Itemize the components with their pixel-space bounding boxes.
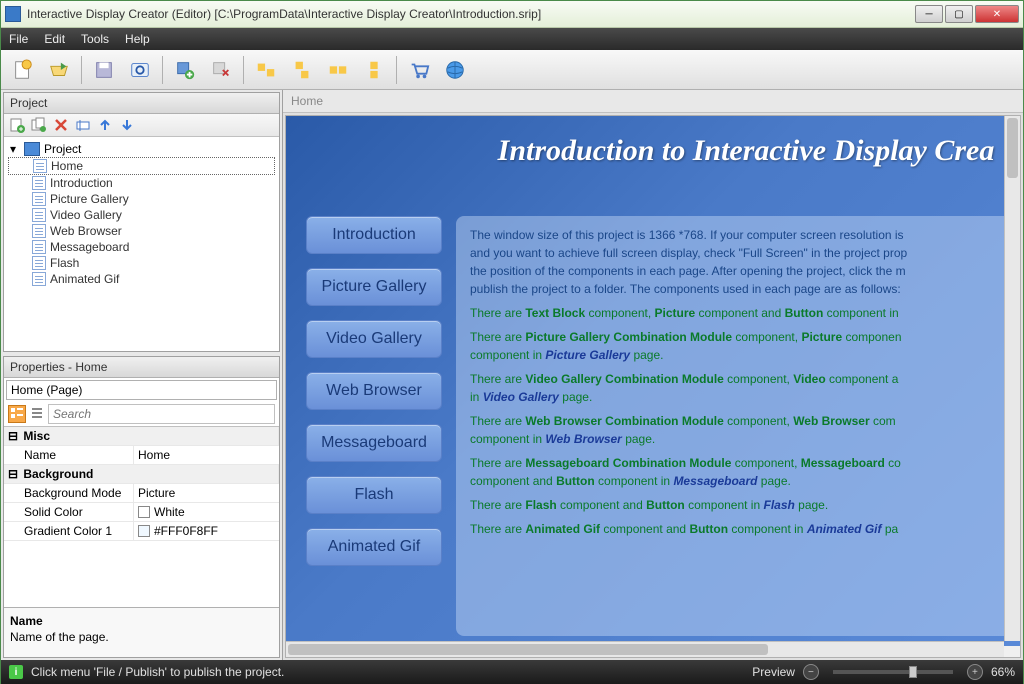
menu-file[interactable]: File [9,32,28,46]
canvas-viewport[interactable]: Introduction to Interactive Display Crea… [285,115,1021,658]
properties-grid[interactable]: ⊟ Misc NameHome ⊟ Background Background … [4,427,279,607]
nav-messageboard[interactable]: Messageboard [306,424,442,462]
nav-web-browser[interactable]: Web Browser [306,372,442,410]
info-icon: i [9,665,23,679]
properties-search-input[interactable] [48,404,275,424]
tree-item-home[interactable]: Home [8,157,275,175]
canvas-breadcrumb: Home [283,90,1023,113]
prop-bgmode-label: Background Mode [4,484,134,502]
delete-component-button[interactable] [205,54,237,86]
page-heading[interactable]: Introduction to Interactive Display Crea [286,116,1021,176]
cart-button[interactable] [403,54,435,86]
tree-item-video-gallery[interactable]: Video Gallery [8,207,275,223]
zoom-value: 66% [991,665,1015,679]
nav-flash[interactable]: Flash [306,476,442,514]
tree-item-flash[interactable]: Flash [8,255,275,271]
properties-object-dropdown[interactable]: Home (Page) [6,380,277,400]
menubar: File Edit Tools Help [1,28,1023,50]
project-panel-header: Project [4,93,279,114]
page-icon [32,272,46,286]
preview-label[interactable]: Preview [752,665,795,679]
zoom-slider[interactable] [833,670,953,674]
prop-bgmode-value[interactable]: Picture [134,484,279,502]
preview-button[interactable] [124,54,156,86]
nav-video-gallery[interactable]: Video Gallery [306,320,442,358]
tree-item-animated-gif[interactable]: Animated Gif [8,271,275,287]
prop-solid-label: Solid Color [4,503,134,521]
page-icon [32,192,46,206]
publish-button[interactable] [439,54,471,86]
tree-item-introduction[interactable]: Introduction [8,175,275,191]
statusbar: i Click menu 'File / Publish' to publish… [1,660,1023,684]
design-canvas[interactable]: Introduction to Interactive Display Crea… [286,116,1021,646]
menu-tools[interactable]: Tools [81,32,109,46]
zoom-in-button[interactable]: + [967,664,983,680]
save-button[interactable] [88,54,120,86]
move-up-icon[interactable] [96,116,114,134]
content-text-block[interactable]: The window size of this project is 1366 … [456,216,1021,636]
delete-page-icon[interactable] [52,116,70,134]
prop-name-label: Name [4,446,134,464]
nav-introduction[interactable]: Introduction [306,216,442,254]
properties-description: Name Name of the page. [4,607,279,657]
nav-animated-gif[interactable]: Animated Gif [306,528,442,566]
add-page-icon[interactable] [8,116,26,134]
properties-panel-header: Properties - Home [4,357,279,378]
zoom-out-button[interactable]: − [803,664,819,680]
prop-grad1-label: Gradient Color 1 [4,522,134,540]
main-toolbar [1,50,1023,90]
horizontal-scrollbar[interactable] [286,641,1004,657]
status-tip: Click menu 'File / Publish' to publish t… [31,665,284,679]
add-component-button[interactable] [169,54,201,86]
page-icon [32,224,46,238]
page-icon [32,240,46,254]
rename-page-icon[interactable] [74,116,92,134]
menu-edit[interactable]: Edit [44,32,65,46]
project-tree[interactable]: ▾Project Home Introduction Picture Galle… [4,137,279,351]
page-icon [32,256,46,270]
close-button[interactable]: ✕ [975,5,1019,23]
new-button[interactable] [7,54,39,86]
page-icon [33,159,47,173]
categorized-view-icon[interactable] [8,405,26,423]
duplicate-page-icon[interactable] [30,116,48,134]
alphabetical-view-icon[interactable] [28,405,46,423]
align-3-button[interactable] [322,54,354,86]
menu-help[interactable]: Help [125,32,150,46]
prop-name-value[interactable]: Home [134,446,279,464]
app-icon [5,6,21,22]
prop-solid-value[interactable]: White [134,503,279,521]
nav-picture-gallery[interactable]: Picture Gallery [306,268,442,306]
tree-item-picture-gallery[interactable]: Picture Gallery [8,191,275,207]
vertical-scrollbar[interactable] [1004,116,1020,641]
page-icon [32,176,46,190]
maximize-button[interactable]: ▢ [945,5,973,23]
align-1-button[interactable] [250,54,282,86]
open-button[interactable] [43,54,75,86]
move-down-icon[interactable] [118,116,136,134]
minimize-button[interactable]: ─ [915,5,943,23]
tree-item-web-browser[interactable]: Web Browser [8,223,275,239]
align-2-button[interactable] [286,54,318,86]
window-title: Interactive Display Creator (Editor) [C:… [27,7,915,21]
tree-item-messageboard[interactable]: Messageboard [8,239,275,255]
project-panel-toolbar [4,114,279,137]
tree-root[interactable]: ▾Project [8,141,275,157]
page-icon [32,208,46,222]
project-icon [24,142,40,156]
titlebar: Interactive Display Creator (Editor) [C:… [1,1,1023,28]
prop-grad1-value[interactable]: #FFF0F8FF [134,522,279,540]
align-4-button[interactable] [358,54,390,86]
